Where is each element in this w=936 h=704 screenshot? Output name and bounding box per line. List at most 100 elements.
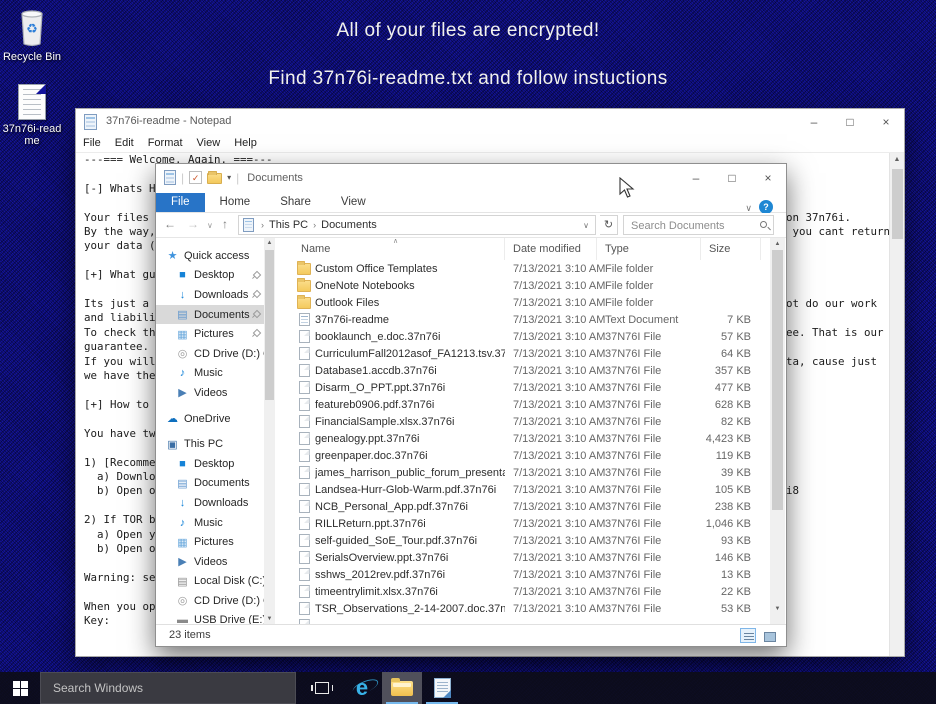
column-header-date[interactable]: Date modified bbox=[505, 238, 597, 260]
ribbon-tab[interactable]: View bbox=[326, 193, 381, 212]
file-row[interactable]: Disarm_O_PPT.ppt.37n76i 7/13/2021 3:10 A… bbox=[293, 379, 770, 396]
notepad-menu-item[interactable]: Edit bbox=[108, 135, 141, 152]
notepad-titlebar[interactable]: 37n76i-readme - Notepad – □ × bbox=[76, 109, 904, 135]
notepad-menu-item[interactable]: File bbox=[76, 135, 108, 152]
explorer-close-button[interactable]: × bbox=[750, 164, 786, 193]
internet-explorer-button[interactable]: e bbox=[342, 672, 382, 704]
notepad-menu-item[interactable]: Help bbox=[227, 135, 264, 152]
task-view-button[interactable] bbox=[302, 672, 342, 704]
file-row[interactable]: NCB_Personal_App.pdf.37n76i 7/13/2021 3:… bbox=[293, 498, 770, 515]
file-row[interactable]: timeentrylimit.xlsx.37n76i 7/13/2021 3:1… bbox=[293, 583, 770, 600]
sidebar-item-icon: ♪ bbox=[179, 367, 186, 380]
notepad-minimize-button[interactable]: – bbox=[796, 109, 832, 135]
explorer-titlebar[interactable]: | ✓ ▾ | Documents – □ × bbox=[156, 164, 786, 193]
help-icon[interactable]: ? bbox=[759, 200, 773, 214]
file-row[interactable]: Landsea-Hurr-Glob-Warm.pdf.37n76i 7/13/2… bbox=[293, 481, 770, 498]
checkmark-icon[interactable]: ✓ bbox=[189, 171, 203, 184]
file-row[interactable]: genealogy.ppt.37n76i 7/13/2021 3:10 AM 3… bbox=[293, 430, 770, 447]
file-row[interactable]: Custom Office Templates 7/13/2021 3:10 A… bbox=[293, 260, 770, 277]
ribbon-tab[interactable]: Share bbox=[265, 193, 326, 212]
file-row[interactable]: SerialsOverview.ppt.37n76i 7/13/2021 3:1… bbox=[293, 549, 770, 566]
sidebar-item[interactable]: ▶ Videos bbox=[156, 383, 264, 403]
file-row[interactable]: booklaunch_e.doc.37n76i 7/13/2021 3:10 A… bbox=[293, 328, 770, 345]
column-header-type[interactable]: Type bbox=[597, 238, 701, 260]
large-icons-view-button[interactable] bbox=[760, 628, 776, 643]
file-list-scroll-thumb[interactable] bbox=[772, 250, 783, 510]
file-row[interactable]: greenpaper.doc.37n76i 7/13/2021 3:10 AM … bbox=[293, 447, 770, 464]
ribbon-tab[interactable]: File bbox=[156, 193, 205, 212]
search-input[interactable]: Search Documents bbox=[623, 215, 774, 235]
sidebar-item[interactable]: ↓ Downloads bbox=[156, 285, 264, 305]
sidebar-item[interactable]: ■ Desktop bbox=[156, 454, 264, 474]
sidebar-item[interactable]: ▤ Documents bbox=[156, 474, 264, 494]
breadcrumb-this-pc[interactable]: This PC bbox=[266, 219, 311, 231]
sidebar-item[interactable]: ▦ Pictures bbox=[156, 324, 264, 344]
recycle-bin-icon[interactable]: ♻ Recycle Bin bbox=[0, 6, 64, 63]
pin-icon bbox=[253, 291, 260, 298]
column-header-name[interactable]: Name bbox=[293, 238, 505, 260]
sidebar-item[interactable]: ♪ Music bbox=[156, 364, 264, 384]
up-button[interactable]: ↑ bbox=[222, 217, 228, 231]
notepad-maximize-button[interactable]: □ bbox=[832, 109, 868, 135]
sidebar-scrollbar[interactable]: ▲ ▼ bbox=[264, 238, 275, 624]
file-row[interactable]: Database1.accdb.37n76i 7/13/2021 3:10 AM… bbox=[293, 362, 770, 379]
scroll-up-icon[interactable]: ▲ bbox=[770, 238, 785, 247]
folder-icon[interactable] bbox=[207, 171, 223, 184]
sidebar-item[interactable]: ☁ OneDrive bbox=[156, 409, 264, 429]
back-button[interactable]: ← bbox=[164, 217, 176, 231]
sidebar-item[interactable]: ▶ Videos bbox=[156, 552, 264, 572]
sidebar-item[interactable]: ■ Desktop bbox=[156, 266, 264, 286]
scroll-down-icon[interactable]: ▼ bbox=[770, 603, 785, 612]
sidebar-item[interactable]: ♪ Music bbox=[156, 513, 264, 533]
folder-properties-icon[interactable] bbox=[164, 170, 176, 185]
file-row[interactable]: FinancialSample.xlsx.37n76i 7/13/2021 3:… bbox=[293, 413, 770, 430]
breadcrumb-documents[interactable]: Documents bbox=[318, 219, 380, 231]
notepad-menu-item[interactable]: View bbox=[190, 135, 228, 152]
history-dropdown-icon[interactable]: ∨ bbox=[207, 221, 213, 230]
sidebar-item[interactable]: ◎ CD Drive (D:) CD bbox=[156, 591, 264, 611]
file-row[interactable]: TSR_Observations_2-14-2007.doc.37n76i 7/… bbox=[293, 600, 770, 617]
column-header-size[interactable]: Size bbox=[701, 238, 761, 260]
file-row[interactable]: 37n76i-readme 7/13/2021 3:10 AM Text Doc… bbox=[293, 311, 770, 328]
sidebar-item[interactable]: ▬ USB Drive (E:) bbox=[156, 611, 264, 624]
notepad-scrollbar[interactable]: ▲ bbox=[889, 153, 904, 656]
refresh-button[interactable]: ↻ bbox=[600, 215, 618, 235]
file-row[interactable]: sshws_2012rev.pdf.37n76i 7/13/2021 3:10 … bbox=[293, 566, 770, 583]
file-row[interactable]: RILLReturn.ppt.37n76i 7/13/2021 3:10 AM … bbox=[293, 515, 770, 532]
notepad-taskbar-button[interactable] bbox=[422, 672, 462, 704]
notepad-menu-item[interactable]: Format bbox=[141, 135, 190, 152]
scroll-down-icon[interactable]: ▼ bbox=[264, 614, 275, 622]
file-row[interactable]: self-guided_SoE_Tour.pdf.37n76i 7/13/202… bbox=[293, 532, 770, 549]
file-row[interactable]: featureb0906.pdf.37n76i 7/13/2021 3:10 A… bbox=[293, 396, 770, 413]
file-row[interactable]: james_harrison_public_forum_presentati..… bbox=[293, 464, 770, 481]
scroll-up-icon[interactable]: ▲ bbox=[890, 153, 904, 163]
ribbon-tab[interactable]: Home bbox=[205, 193, 266, 212]
sidebar-item[interactable]: ★ Quick access bbox=[156, 246, 264, 266]
file-row[interactable]: Outlook Files 7/13/2021 3:10 AM File fol… bbox=[293, 294, 770, 311]
start-button[interactable] bbox=[0, 672, 40, 704]
sidebar-item[interactable]: ▣ This PC bbox=[156, 434, 264, 454]
scroll-up-icon[interactable]: ▲ bbox=[264, 238, 275, 246]
file-row[interactable]: OneNote Notebooks 7/13/2021 3:10 AM File… bbox=[293, 277, 770, 294]
file-list-scrollbar[interactable]: ▲ ▼ bbox=[770, 238, 785, 624]
address-dropdown-icon[interactable]: ∨ bbox=[583, 221, 595, 230]
forward-button[interactable]: → bbox=[187, 217, 199, 231]
notepad-scroll-thumb[interactable] bbox=[892, 169, 903, 239]
sidebar-scroll-thumb[interactable] bbox=[265, 250, 274, 400]
sidebar-item[interactable]: ▤ Documents bbox=[156, 304, 264, 325]
sidebar-item[interactable]: ▤ Local Disk (C:) bbox=[156, 572, 264, 592]
file-row[interactable] bbox=[293, 617, 770, 624]
notepad-close-button[interactable]: × bbox=[868, 109, 904, 135]
sidebar-item[interactable]: ↓ Downloads bbox=[156, 493, 264, 513]
file-explorer-button[interactable] bbox=[382, 672, 422, 704]
address-input[interactable]: › This PC › Documents ∨ bbox=[238, 215, 596, 235]
readme-file-icon[interactable]: 37n76i-readme bbox=[0, 84, 64, 147]
explorer-minimize-button[interactable]: – bbox=[678, 164, 714, 193]
file-row[interactable]: CurriculumFall2012asof_FA1213.tsv.37n76i… bbox=[293, 345, 770, 362]
qat-dropdown-icon[interactable]: ▾ bbox=[227, 173, 231, 182]
taskbar-search-input[interactable]: Search Windows bbox=[40, 672, 296, 704]
sidebar-item[interactable]: ◎ CD Drive (D:) CD bbox=[156, 344, 264, 364]
sidebar-item[interactable]: ▦ Pictures bbox=[156, 532, 264, 552]
details-view-button[interactable] bbox=[740, 628, 756, 643]
explorer-maximize-button[interactable]: □ bbox=[714, 164, 750, 193]
